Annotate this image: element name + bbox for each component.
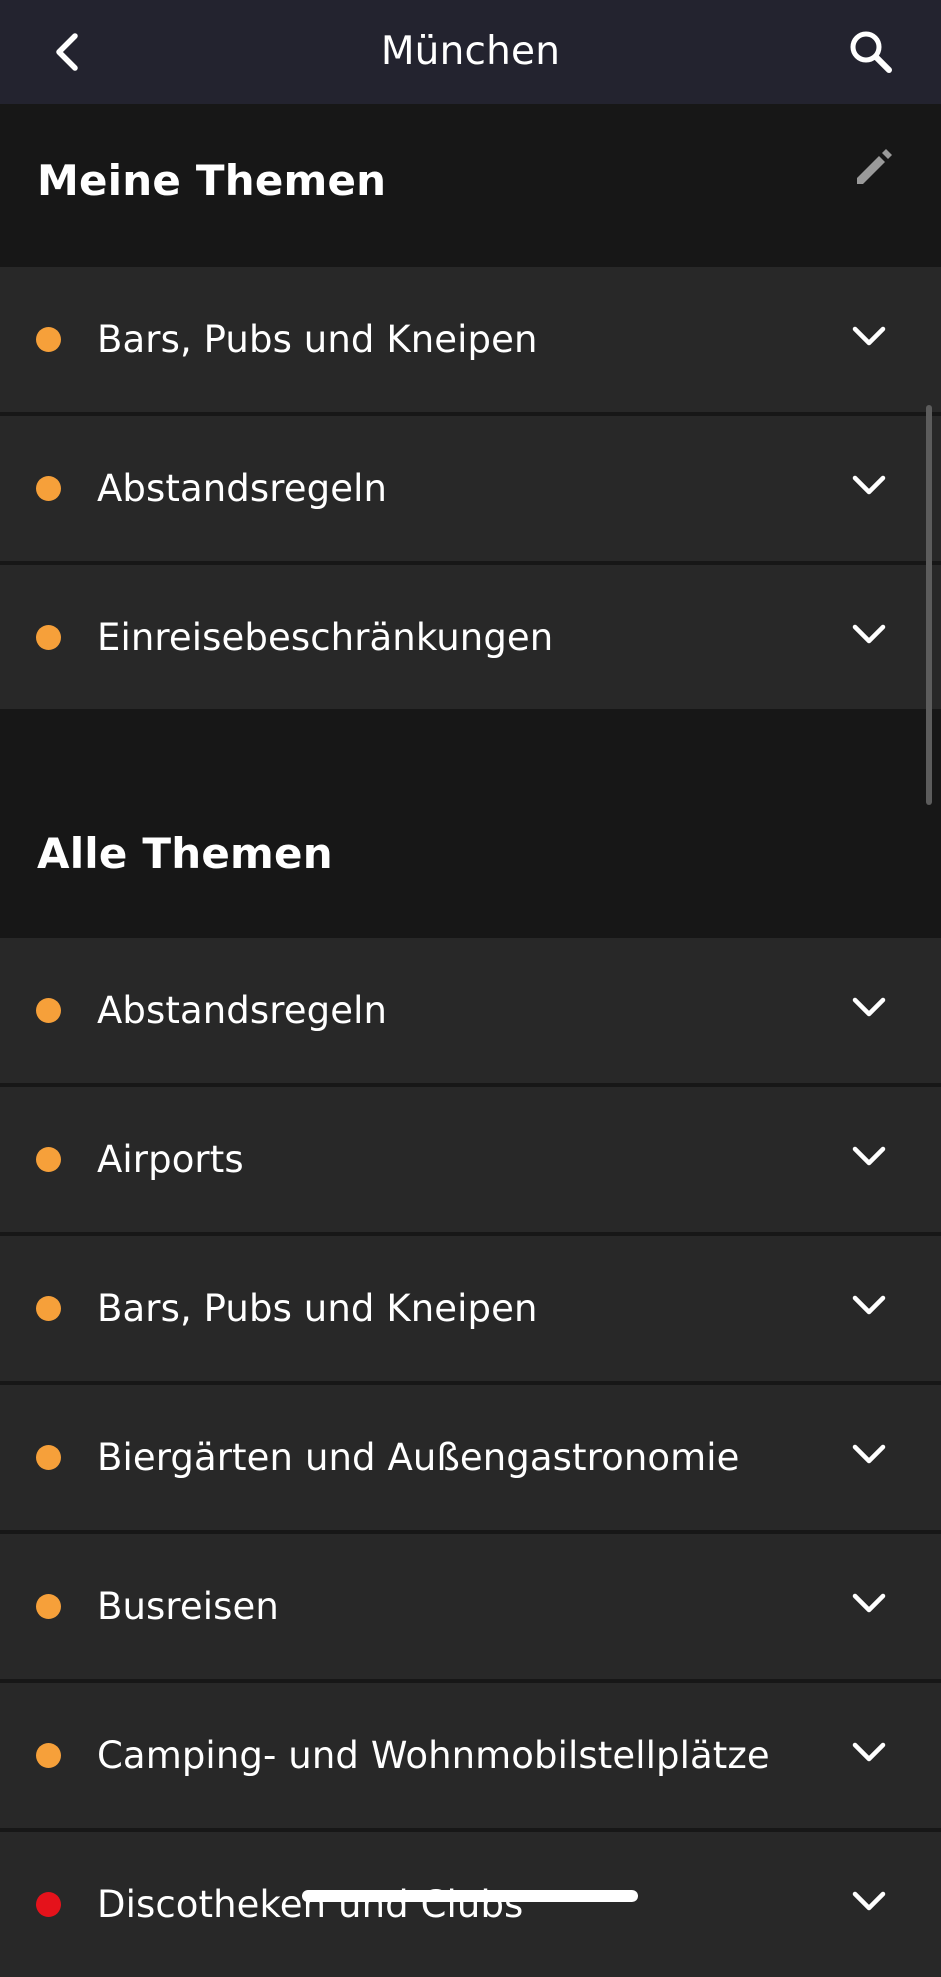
chevron-down-icon xyxy=(852,624,886,644)
top-app-bar: München xyxy=(0,0,941,104)
expand-chevron[interactable] xyxy=(847,464,891,508)
all-topics-header: Alle Themen xyxy=(0,709,941,938)
status-dot xyxy=(36,1594,61,1619)
chevron-left-icon xyxy=(56,33,78,71)
status-dot xyxy=(36,1743,61,1768)
expand-chevron[interactable] xyxy=(847,1582,891,1626)
chevron-down-icon xyxy=(852,1593,886,1613)
topic-row[interactable]: Bars, Pubs und Kneipen xyxy=(0,267,941,412)
topic-label: Einreisebeschränkungen xyxy=(97,616,554,659)
scrollbar[interactable] xyxy=(926,405,932,805)
status-dot xyxy=(36,476,61,501)
status-dot xyxy=(36,1892,61,1917)
chevron-down-icon xyxy=(852,1742,886,1762)
my-topics-header: Meine Themen xyxy=(0,104,941,267)
status-dot xyxy=(36,625,61,650)
topic-row[interactable]: Abstandsregeln xyxy=(0,938,941,1083)
expand-chevron[interactable] xyxy=(847,1135,891,1179)
page-title: München xyxy=(380,29,561,74)
expand-chevron[interactable] xyxy=(847,1880,891,1924)
section-title-all-topics: Alle Themen xyxy=(37,829,333,878)
topic-row[interactable]: Camping- und Wohnmobilstellplätze xyxy=(0,1683,941,1828)
status-dot xyxy=(36,327,61,352)
status-dot xyxy=(36,1445,61,1470)
expand-chevron[interactable] xyxy=(847,1284,891,1328)
chevron-down-icon xyxy=(852,1295,886,1315)
status-dot xyxy=(36,1147,61,1172)
expand-chevron[interactable] xyxy=(847,1433,891,1477)
expand-chevron[interactable] xyxy=(847,613,891,657)
topic-label: Bars, Pubs und Kneipen xyxy=(97,318,538,361)
chevron-down-icon xyxy=(852,997,886,1017)
topic-label: Busreisen xyxy=(97,1585,279,1628)
topic-row[interactable]: Busreisen xyxy=(0,1534,941,1679)
status-dot xyxy=(36,998,61,1023)
topic-label: Bars, Pubs und Kneipen xyxy=(97,1287,538,1330)
topic-row[interactable]: Abstandsregeln xyxy=(0,416,941,561)
expand-chevron[interactable] xyxy=(847,1731,891,1775)
home-indicator[interactable] xyxy=(302,1890,638,1902)
expand-chevron[interactable] xyxy=(847,986,891,1030)
chevron-down-icon xyxy=(852,326,886,346)
chevron-down-icon xyxy=(852,475,886,495)
topic-label: Abstandsregeln xyxy=(97,989,388,1032)
topic-label: Discotheken und Clubs xyxy=(97,1883,524,1926)
topic-label: Biergärten und Außengastronomie xyxy=(97,1436,740,1479)
topic-label: Abstandsregeln xyxy=(97,467,388,510)
topic-label: Airports xyxy=(97,1138,244,1181)
topic-label: Camping- und Wohnmobilstellplätze xyxy=(97,1734,770,1777)
expand-chevron[interactable] xyxy=(847,315,891,359)
back-button[interactable] xyxy=(40,22,96,82)
search-button[interactable] xyxy=(841,22,901,82)
status-dot xyxy=(36,1296,61,1321)
pencil-icon xyxy=(857,149,892,184)
section-title-my-topics: Meine Themen xyxy=(37,156,387,205)
edit-topics-button[interactable] xyxy=(845,140,901,196)
topic-row[interactable]: Bars, Pubs und Kneipen xyxy=(0,1236,941,1381)
chevron-down-icon xyxy=(852,1146,886,1166)
topic-row[interactable]: Biergärten und Außengastronomie xyxy=(0,1385,941,1530)
topic-row[interactable]: Einreisebeschränkungen xyxy=(0,565,941,710)
topic-row[interactable]: Discotheken und Clubs xyxy=(0,1832,941,1977)
chevron-down-icon xyxy=(852,1891,886,1911)
chevron-down-icon xyxy=(852,1444,886,1464)
search-icon xyxy=(850,31,892,73)
topic-row[interactable]: Airports xyxy=(0,1087,941,1232)
